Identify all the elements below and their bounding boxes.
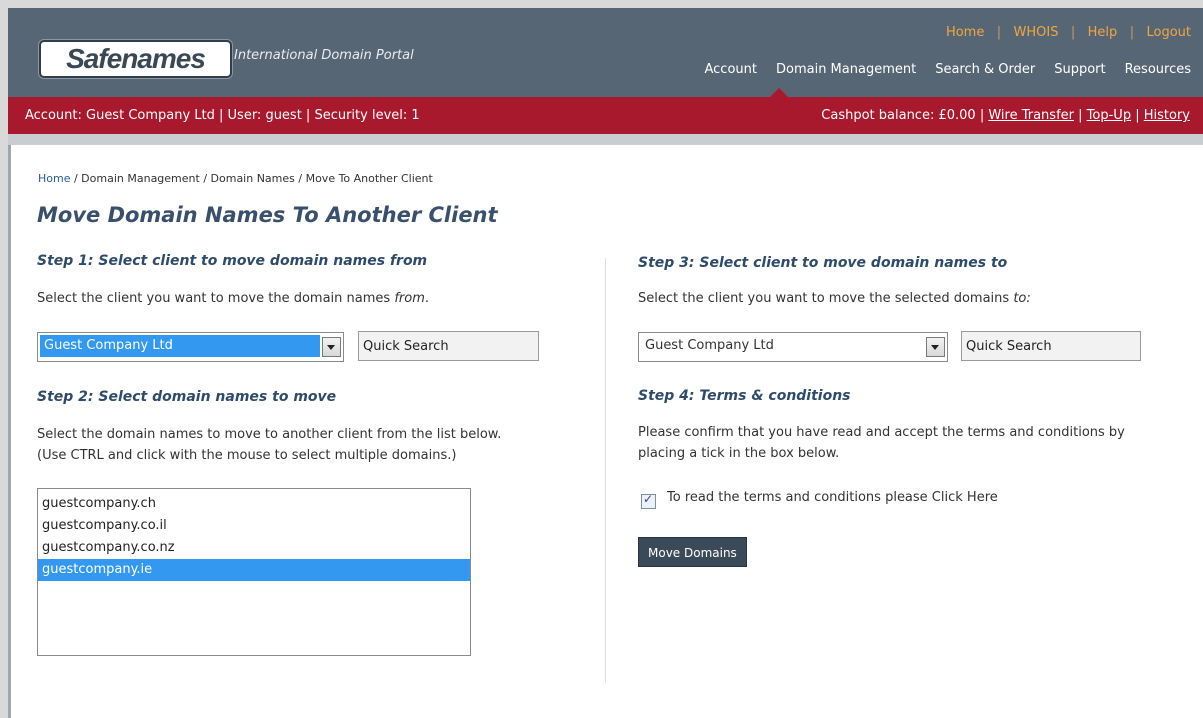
breadcrumb: Home / Domain Management / Domain Names …: [38, 172, 433, 185]
top-links: Home | WHOIS | Help | Logout: [946, 25, 1191, 40]
nav-account[interactable]: Account: [704, 62, 757, 77]
chevron-down-icon[interactable]: [926, 337, 945, 357]
tagline: International Domain Portal: [234, 48, 414, 63]
main-nav: Account Domain Management Search & Order…: [704, 62, 1191, 77]
to-quick-search-input[interactable]: Quick Search: [961, 331, 1141, 361]
cashpot-info: Cashpot balance: £0.00 | Wire Transfer |…: [821, 108, 1190, 123]
logo-text: Safenames: [66, 43, 206, 74]
account-bar: Account: Guest Company Ltd | User: guest…: [8, 97, 1203, 134]
separator: |: [1117, 25, 1147, 40]
breadcrumb-home[interactable]: Home: [38, 172, 70, 185]
step2-line2: (Use CTRL and click with the mouse to se…: [37, 448, 457, 463]
nav-resources[interactable]: Resources: [1125, 62, 1191, 77]
domain-listbox[interactable]: guestcompany.ch guestcompany.co.il guest…: [37, 488, 471, 656]
separator: |: [1135, 108, 1140, 123]
nav-support[interactable]: Support: [1054, 62, 1105, 77]
header-shadow-bar: [8, 134, 1203, 145]
step4-line2: placing a tick in the box below.: [638, 446, 840, 461]
step1-text-post: .: [424, 291, 429, 306]
move-domains-button[interactable]: Move Domains: [638, 537, 747, 567]
top-link-whois[interactable]: WHOIS: [1014, 25, 1059, 40]
separator: |: [1058, 25, 1088, 40]
cashpot-balance: Cashpot balance: £0.00 |: [821, 108, 985, 123]
step3-text-em: to:: [1013, 291, 1031, 306]
page-title: Move Domain Names To Another Client: [37, 203, 498, 227]
step1-text-em: from: [394, 291, 425, 306]
step1-heading: Step 1: Select client to move domain nam…: [37, 253, 428, 269]
terms-label[interactable]: To read the terms and conditions please …: [667, 490, 998, 505]
step4-heading: Step 4: Terms & conditions: [638, 388, 851, 404]
step3-heading: Step 3: Select client to move domain nam…: [638, 255, 1008, 271]
to-client-value: Guest Company Ltd: [645, 338, 774, 353]
top-link-logout[interactable]: Logout: [1146, 25, 1191, 40]
step4-line1: Please confirm that you have read and ac…: [638, 425, 1125, 440]
list-item-selected[interactable]: guestcompany.ie: [38, 559, 470, 581]
step3-text-pre: Select the client you want to move the s…: [638, 291, 1014, 306]
account-info: Account: Guest Company Ltd | User: guest…: [25, 108, 420, 123]
logo[interactable]: Safenames: [39, 40, 232, 78]
topup-link[interactable]: Top-Up: [1087, 108, 1131, 123]
list-item[interactable]: guestcompany.ch: [38, 493, 470, 515]
history-link[interactable]: History: [1144, 108, 1190, 123]
step3-text: Select the client you want to move the s…: [638, 288, 1031, 309]
step2-text: Select the domain names to move to anoth…: [37, 424, 501, 466]
chevron-down-icon[interactable]: [322, 337, 341, 357]
step4-text: Please confirm that you have read and ac…: [638, 422, 1125, 464]
nav-search-order[interactable]: Search & Order: [935, 62, 1035, 77]
wire-transfer-link[interactable]: Wire Transfer: [988, 108, 1074, 123]
step1-text-pre: Select the client you want to move the d…: [37, 291, 395, 306]
step2-heading: Step 2: Select domain names to move: [37, 389, 337, 405]
page-frame: Safenames International Domain Portal Ho…: [8, 8, 1203, 718]
from-quick-search-input[interactable]: Quick Search: [358, 331, 539, 361]
terms-checkbox[interactable]: [641, 492, 656, 509]
to-client-select[interactable]: Guest Company Ltd: [638, 332, 948, 362]
separator: |: [1078, 108, 1083, 123]
step1-text: Select the client you want to move the d…: [37, 288, 429, 309]
nav-domain-management[interactable]: Domain Management: [776, 62, 916, 77]
from-client-value: Guest Company Ltd: [40, 335, 320, 357]
header: Safenames International Domain Portal Ho…: [8, 8, 1203, 98]
breadcrumb-path: / Domain Management / Domain Names / Mov…: [70, 172, 433, 185]
list-item[interactable]: guestcompany.co.nz: [38, 537, 470, 559]
top-link-home[interactable]: Home: [946, 25, 984, 40]
separator: |: [984, 25, 1014, 40]
top-link-help[interactable]: Help: [1088, 25, 1118, 40]
column-divider: [605, 258, 606, 683]
list-item[interactable]: guestcompany.co.il: [38, 515, 470, 537]
step2-line1: Select the domain names to move to anoth…: [37, 427, 502, 442]
left-border: [8, 145, 11, 718]
from-client-select[interactable]: Guest Company Ltd: [37, 332, 344, 362]
